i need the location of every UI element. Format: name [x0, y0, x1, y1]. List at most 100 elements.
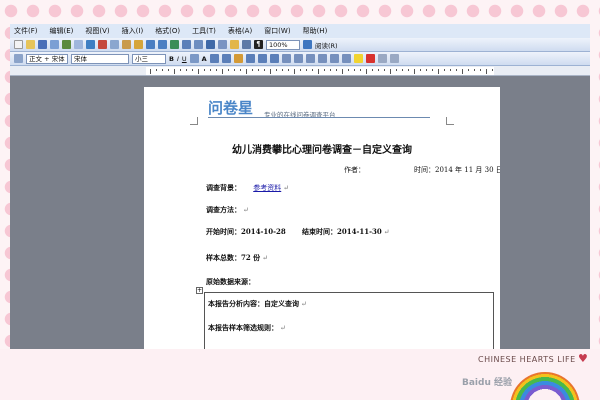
highlight-icon[interactable]	[353, 54, 363, 63]
menu-item-format[interactable]: 格式(O)	[155, 26, 180, 36]
ruler-tick	[408, 69, 409, 71]
permission-icon[interactable]	[50, 40, 59, 49]
cut-icon[interactable]	[98, 40, 107, 49]
ruler-tick	[474, 69, 475, 71]
ruler-tick	[390, 69, 391, 74]
ruler-tick	[456, 69, 457, 71]
hyperlink-icon[interactable]	[170, 40, 179, 49]
margin-corner-top-right	[446, 117, 454, 125]
save-icon[interactable]	[38, 40, 47, 49]
numbering-icon[interactable]	[293, 54, 303, 63]
read-button[interactable]: 阅读(R)	[315, 40, 338, 50]
table-move-handle[interactable]: +	[196, 287, 203, 294]
char-border-icon[interactable]	[189, 54, 199, 63]
ruler-tick	[186, 69, 187, 71]
paste-icon[interactable]	[122, 40, 131, 49]
open-folder-icon[interactable]	[26, 40, 35, 49]
ruler-tick	[444, 69, 445, 71]
menu-item-table[interactable]: 表格(A)	[228, 26, 252, 36]
format-painter-icon[interactable]	[134, 40, 143, 49]
bullets-icon[interactable]	[305, 54, 315, 63]
watermark-site: Baidu 经验	[462, 378, 513, 388]
char-scale-icon[interactable]	[209, 54, 219, 63]
menu-item-window[interactable]: 窗口(W)	[264, 26, 290, 36]
sample-label: 样本总数：	[206, 253, 241, 262]
italic-button[interactable]: I	[177, 55, 179, 63]
watermark-brand: CHINESE HEARTS LIFE	[478, 355, 576, 364]
insert-excel-icon[interactable]	[206, 40, 215, 49]
spelling-icon[interactable]	[86, 40, 95, 49]
document-page[interactable]: 问卷星 专业的在线问卷调查平台 幼儿消费攀比心理问卷调查－自定义查询 作者： 时…	[144, 87, 500, 349]
menu-item-view[interactable]: 视图(V)	[85, 26, 109, 36]
background-line: 调查背景： 参考资料 ↵	[206, 183, 289, 193]
zoom-select[interactable]: 100%	[266, 39, 300, 50]
underline-button[interactable]: U	[182, 55, 187, 63]
ruler-tick	[180, 69, 181, 71]
align-left-icon[interactable]	[221, 54, 231, 63]
paragraph-mark: ↵	[243, 206, 249, 214]
menu-item-tools[interactable]: 工具(T)	[192, 26, 216, 36]
start-value: 2014-10-28	[241, 227, 286, 236]
show-formatting-icon[interactable]: ¶	[254, 40, 263, 49]
columns-icon[interactable]	[218, 40, 227, 49]
copy-icon[interactable]	[110, 40, 119, 49]
redo-icon[interactable]	[158, 40, 167, 49]
font-select[interactable]: 宋体	[71, 53, 129, 64]
ruler-tick	[342, 69, 343, 74]
ruler-tick	[336, 69, 337, 71]
enclose-chars-icon[interactable]	[389, 54, 399, 63]
justify-icon[interactable]	[257, 54, 267, 63]
menu-item-insert[interactable]: 插入(I)	[122, 26, 144, 36]
menu-item-help[interactable]: 帮助(H)	[303, 26, 328, 36]
style-select[interactable]: 正文 + 宋体	[26, 53, 68, 64]
ruler-tick	[468, 69, 469, 71]
ruler-tick	[300, 69, 301, 71]
distributed-icon[interactable]	[269, 54, 279, 63]
background-label: 调查背景：	[206, 183, 241, 192]
start-label: 开始时间：	[206, 227, 241, 236]
ruler-tick	[366, 69, 367, 74]
document-map-icon[interactable]	[242, 40, 251, 49]
align-right-icon[interactable]	[245, 54, 255, 63]
ruler-tick	[222, 69, 223, 74]
time-line: 时间：2014 年 11 月 30 日↵	[414, 165, 500, 175]
ruler-tick	[204, 69, 205, 71]
new-document-icon[interactable]	[14, 40, 23, 49]
menu-item-file[interactable]: 文件(F)	[14, 26, 38, 36]
reference-link[interactable]: 参考资料	[253, 184, 281, 192]
font-color-icon[interactable]	[365, 54, 375, 63]
paragraph-mark: ↵	[262, 254, 269, 262]
logo: 问卷星	[208, 99, 254, 117]
ruler-tick	[168, 69, 169, 71]
ruler-tick	[462, 69, 463, 74]
char-shading-button[interactable]: A	[202, 55, 207, 63]
insert-table-icon[interactable]	[194, 40, 203, 49]
line-spacing-icon[interactable]	[281, 54, 291, 63]
help-icon[interactable]	[303, 40, 312, 49]
undo-icon[interactable]	[146, 40, 155, 49]
drawing-icon[interactable]	[230, 40, 239, 49]
print-icon[interactable]	[62, 40, 71, 49]
horizontal-ruler[interactable]	[10, 66, 590, 76]
ruler-tick	[480, 69, 481, 71]
menu-item-edit[interactable]: 编辑(E)	[50, 26, 74, 36]
phonetic-guide-icon[interactable]	[377, 54, 387, 63]
author-label: 作者：	[344, 166, 365, 174]
ruler-tick	[228, 69, 229, 71]
outside-border-icon[interactable]	[341, 54, 351, 63]
styles-icon[interactable]	[14, 54, 23, 63]
tables-borders-icon[interactable]	[182, 40, 191, 49]
ruler-tick	[396, 69, 397, 71]
increase-indent-icon[interactable]	[329, 54, 339, 63]
font-size-select[interactable]: 小三	[132, 53, 166, 64]
ruler-tick	[276, 69, 277, 71]
ruler-tick	[492, 69, 493, 71]
decrease-indent-icon[interactable]	[317, 54, 327, 63]
ruler-tick	[192, 69, 193, 71]
ruler-tick	[270, 69, 271, 74]
ruler-tick	[432, 69, 433, 71]
bold-button[interactable]: B	[169, 55, 174, 63]
print-preview-icon[interactable]	[74, 40, 83, 49]
align-center-icon[interactable]	[233, 54, 243, 63]
period-line: 开始时间：2014-10-28 结束时间：2014-11-30 ↵	[206, 227, 390, 237]
